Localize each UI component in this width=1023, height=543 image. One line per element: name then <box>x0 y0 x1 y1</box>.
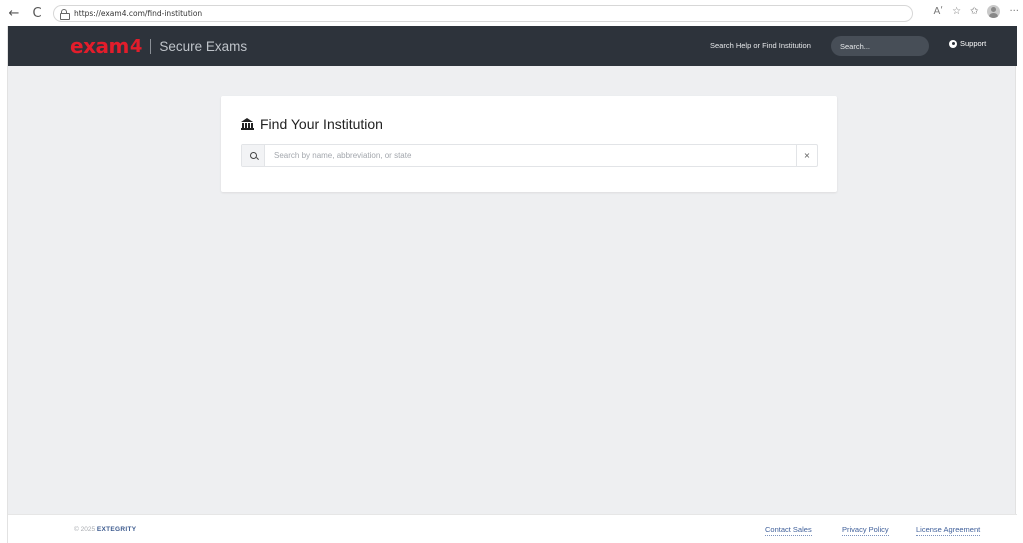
logo-four-text: 4 <box>129 35 143 57</box>
copyright-text: © 2025 <box>74 526 96 533</box>
page: exam 4 Secure Exams Search Help or Find … <box>7 26 1017 543</box>
institution-search-group: × <box>241 144 818 167</box>
browser-toolbar: ← C https://exam4.com/find-institution A… <box>0 0 1023 26</box>
header-search-label: Search Help or Find Institution <box>710 41 811 50</box>
institution-search-input[interactable] <box>265 145 796 166</box>
license-agreement-link[interactable]: License Agreement <box>916 525 981 536</box>
site-footer: © 2025 EXTEGRITY Contact Sales Privacy P… <box>8 514 1017 543</box>
card-title-row: Find Your Institution <box>241 116 383 132</box>
privacy-policy-link[interactable]: Privacy Policy <box>842 525 889 536</box>
reload-icon[interactable]: C <box>29 6 45 21</box>
support-button[interactable]: Support <box>949 39 986 48</box>
contact-sales-link[interactable]: Contact Sales <box>765 525 812 536</box>
logo-exam-text: exam <box>70 34 129 58</box>
search-icon <box>249 152 257 159</box>
favorites-icon[interactable]: ✩ <box>970 6 978 17</box>
clear-search-button[interactable]: × <box>796 145 817 166</box>
support-label: Support <box>960 39 987 48</box>
favorite-star-icon[interactable]: ☆ <box>952 6 961 17</box>
find-institution-card: Find Your Institution × <box>221 96 837 192</box>
logo-divider <box>150 38 152 54</box>
gear-icon <box>949 39 957 48</box>
search-addon <box>242 145 265 166</box>
read-aloud-icon[interactable]: Aʹ <box>933 6 943 17</box>
profile-icon[interactable] <box>987 5 1001 18</box>
site-logo[interactable]: exam 4 Secure Exams <box>70 34 247 58</box>
lock-icon <box>60 8 70 20</box>
site-header: exam 4 Secure Exams Search Help or Find … <box>8 26 1017 66</box>
url-text[interactable]: https://exam4.com/find-institution <box>74 9 202 18</box>
more-options-icon[interactable]: ··· <box>1009 6 1019 17</box>
header-search-input[interactable] <box>831 36 929 56</box>
copyright: © 2025 EXTEGRITY <box>74 526 136 533</box>
browser-actions: Aʹ ☆ ✩ ··· <box>933 5 1019 18</box>
address-bar[interactable]: https://exam4.com/find-institution <box>53 4 913 22</box>
logo-subtitle: Secure Exams <box>159 38 248 54</box>
back-arrow-icon[interactable]: ← <box>6 6 22 21</box>
brand-link[interactable]: EXTEGRITY <box>97 526 137 533</box>
institution-icon <box>241 118 254 130</box>
card-title: Find Your Institution <box>260 116 383 132</box>
